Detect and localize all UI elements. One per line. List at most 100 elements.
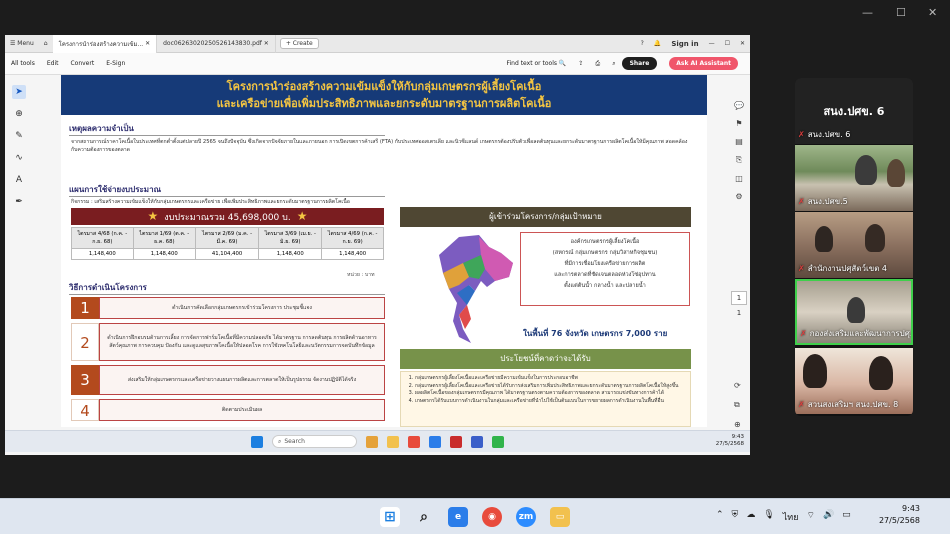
muted-mic-icon: ✗ [798, 264, 805, 273]
table-cell: 1,148,400 [258, 248, 323, 260]
sign-in-button[interactable]: Sign in [666, 40, 703, 48]
target-kpi: ในพื้นที่ 76 จังหวัด เกษตรกร 7,000 ราย [523, 329, 668, 338]
participant-label: ✗ สนง.ปศข. 6 [798, 128, 850, 141]
stamp-icon[interactable]: ✒ [12, 195, 26, 209]
muted-mic-icon: ✗ [798, 400, 805, 409]
edge-icon[interactable] [429, 435, 441, 448]
cloud-icon[interactable]: ☁ [746, 510, 755, 524]
page-current[interactable]: 1 [731, 291, 747, 305]
comment-icon[interactable]: 💬 [734, 101, 744, 110]
chrome-icon[interactable]: ◉ [482, 506, 502, 527]
search-icon[interactable]: ⌕ [414, 507, 434, 527]
org-line: องค์กรเกษตรกรผู้เลี้ยงโคเนื้อ [570, 239, 640, 245]
bookmark-icon[interactable]: ⚑ [735, 119, 742, 128]
settings-icon[interactable]: ⚙ [735, 192, 742, 201]
tool-edit[interactable]: Edit [41, 60, 65, 67]
chevron-up-icon[interactable]: ⌃ [716, 510, 724, 524]
participant-name: สนง.ปศข. 6 [807, 130, 851, 139]
tab-document-1[interactable]: โครงการนำร่องสร้างความเข้ม... ✕ [52, 35, 158, 53]
pages-icon[interactable]: ▤ [735, 137, 743, 146]
pen-icon[interactable]: ✎ [12, 129, 26, 143]
tool-esign[interactable]: E-Sign [100, 60, 131, 67]
create-button[interactable]: + Create [279, 38, 319, 49]
maximize-button[interactable]: ☐ [896, 6, 906, 19]
attachment-icon[interactable]: ⎘ [736, 155, 742, 165]
close-tab-icon[interactable]: ✕ [145, 40, 150, 47]
participant-label: ✗ สวนสงเสริมฯ สนง.ปศข. 8 [798, 398, 898, 411]
close-button[interactable]: ✕ [928, 6, 937, 19]
plan-text: กิจกรรม : เสริมสร้างความเข้มแข็งให้กับกล… [71, 199, 350, 205]
refresh-icon[interactable]: ⟳ [734, 381, 741, 390]
org-line: (สหกรณ์ กลุ่มเกษตรกร กลุ่มวิสาหกิจชุมชน) [552, 250, 658, 256]
clock[interactable]: 9:43 27/5/2568 [879, 503, 920, 527]
menu-button[interactable]: ☰ Menu [5, 40, 39, 47]
taskbar-search[interactable]: ⌕ Search [272, 435, 357, 448]
windows-start-icon[interactable]: ⊞ [380, 506, 400, 527]
participant-tile[interactable]: ✗ สวนสงเสริมฯ สนง.ปศข. 8 [795, 348, 913, 414]
ai-assistant-button[interactable]: Ask AI Assistant [669, 57, 738, 70]
step-number: 3 [71, 365, 99, 395]
tool-all-tools[interactable]: All tools [5, 60, 41, 67]
active-speaker-name: สนง.ปศข. 6 [823, 105, 885, 118]
table-cell: ไตรมาส 3/69 (เม.ย. - มิ.ย. 69) [258, 227, 323, 249]
star-icon: ★ [147, 209, 159, 223]
home-icon[interactable]: ⌂ [39, 40, 53, 47]
print-icon[interactable]: ⎙ [589, 60, 606, 68]
search-icon[interactable]: ⌕ [606, 60, 621, 68]
unit-label: หน่วย : บาท [347, 272, 375, 278]
minimize-icon[interactable]: — [704, 40, 720, 47]
zoom-icon[interactable]: ⊕ [12, 107, 26, 121]
person-silhouette [869, 356, 893, 390]
lasso-icon[interactable]: ∿ [12, 151, 26, 165]
step-text: ส่งเสริมให้กลุ่มเกษตรกรและเครือข่ายวางแผ… [99, 365, 385, 395]
app-icon[interactable] [366, 435, 378, 448]
restore-icon[interactable]: ☐ [720, 40, 735, 47]
participant-tile[interactable]: ✗ สนง.ปศข.5 [795, 145, 913, 211]
tab-document-2[interactable]: doc06263020250526143830.pdf ✕ [157, 35, 276, 53]
reason-text: จากสถานการณ์ราคาโคเนื้อในประเทศที่ตกต่ำต… [71, 139, 688, 153]
volume-icon[interactable]: 🔊 [823, 510, 834, 524]
language-indicator[interactable]: ไทย [783, 510, 799, 524]
windows-icon[interactable] [251, 435, 263, 448]
wifi-icon[interactable]: ⌔ [806, 510, 814, 524]
help-icon[interactable]: ? [636, 40, 649, 47]
share-button[interactable]: Share [621, 57, 658, 70]
bell-icon[interactable]: 🔔 [649, 40, 666, 47]
pdf-page: โครงการนำร่องสร้างความเข้มแข็งให้กับกลุ่… [61, 75, 707, 427]
minimize-button[interactable]: — [862, 6, 873, 19]
right-panel-icons: 💬 ⚑ ▤ ⎘ ◫ ⚙ [732, 101, 746, 201]
layers-icon[interactable]: ◫ [735, 174, 743, 183]
search-label: Search [284, 438, 305, 445]
participant-tile[interactable]: ✗ สำนักงานปศุสัตว์เขต 4 [795, 212, 913, 278]
text-icon[interactable]: A [12, 173, 26, 187]
battery-icon[interactable]: ▭ [842, 510, 851, 524]
cursor-icon[interactable]: ➤ [12, 85, 26, 99]
edge-icon[interactable]: e [448, 506, 468, 527]
find-text-field[interactable]: Find text or tools 🔍 [501, 60, 573, 67]
zoom-app-icon[interactable] [471, 435, 483, 448]
chrome-icon[interactable] [408, 435, 420, 448]
acrobat-icon[interactable] [450, 435, 462, 448]
participant-name: สนง.ปศข.5 [807, 197, 848, 206]
close-tab-icon[interactable]: ✕ [264, 40, 269, 47]
copy-icon[interactable]: ⧉ [734, 400, 741, 410]
close-icon[interactable]: ✕ [735, 40, 750, 47]
tool-convert[interactable]: Convert [64, 60, 100, 67]
shared-screen: ☰ Menu ⌂ โครงการนำร่องสร้างความเข้ม... ✕… [5, 35, 750, 455]
microphone-icon[interactable]: 🎙 [763, 510, 774, 524]
file-explorer-icon[interactable]: ▭ [550, 506, 570, 527]
upload-icon[interactable]: ⇪ [572, 60, 589, 67]
folder-icon[interactable] [387, 435, 399, 448]
table-row: 1,148,400 1,148,400 41,104,400 1,148,400… [71, 248, 384, 260]
participant-tile[interactable]: สนง.ปศข. 6 ✗ สนง.ปศข. 6 [795, 78, 913, 144]
zoom-app-icon[interactable]: zm [516, 506, 536, 527]
line-icon[interactable] [492, 435, 504, 448]
security-icon[interactable]: ⛨ [732, 510, 739, 524]
tab-label: doc06263020250526143830.pdf [163, 40, 262, 47]
participant-label: ✗ กองส่งเสริมและพัฒนาการปศุ... [800, 327, 911, 340]
participant-tile[interactable]: ✗ กองส่งเสริมและพัฒนาการปศุ... [795, 279, 913, 345]
benefits-list: กลุ่มเกษตรกรผู้เลี้ยงโคเนื้อและเครือข่าย… [400, 371, 691, 427]
zoom-in-icon[interactable]: ⊕ [734, 420, 741, 429]
system-tray: ⌃ ⛨ ☁ 🎙 ไทย ⌔ 🔊 ▭ [716, 510, 851, 524]
banner-line-2: และเครือข่ายเพื่อเพิ่มประสิทธิภาพและยกระ… [216, 97, 552, 110]
